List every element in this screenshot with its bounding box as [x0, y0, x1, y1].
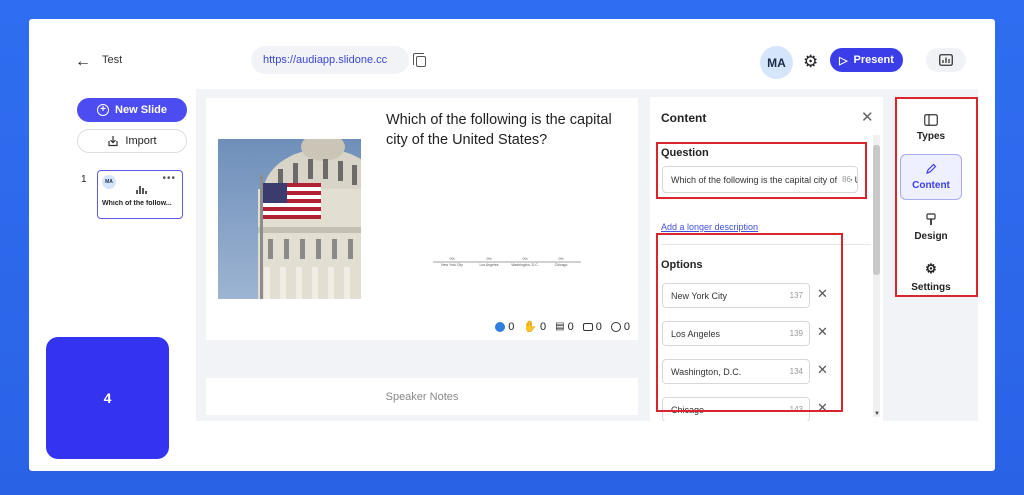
- slide-question[interactable]: Which of the following is the capital ci…: [386, 110, 631, 150]
- chart-label-1: New York City: [441, 263, 463, 267]
- close-icon[interactable]: ✕: [861, 108, 874, 126]
- share-url[interactable]: https://audiapp.slidone.cc: [251, 46, 409, 74]
- speaker-notes[interactable]: Speaker Notes: [206, 378, 638, 415]
- qa-count: 0: [567, 320, 574, 333]
- slide-thumbnail[interactable]: MA ••• Which of the follow...: [97, 170, 183, 219]
- engagement-stats: 0 ✋ 0 ▤ 0 0 0: [495, 320, 630, 333]
- stat-likes: 0: [495, 320, 514, 333]
- divider: [661, 244, 871, 245]
- plus-icon: +: [97, 104, 110, 116]
- thumbnail-avatar: MA: [102, 175, 116, 189]
- present-button[interactable]: ▷ Present: [830, 48, 903, 72]
- results-chart: 0% 0% 0% 0% New York City Los Angeles Wa…: [433, 257, 581, 267]
- scroll-down-icon[interactable]: ▼: [874, 411, 880, 417]
- question-char-count: 86: [839, 175, 851, 184]
- option-char-count: 134: [789, 367, 803, 376]
- settings-gear-icon: ⚙: [925, 261, 937, 276]
- results-button[interactable]: [926, 48, 966, 72]
- settings-label: Settings: [911, 282, 951, 293]
- stat-comments: 0: [582, 320, 602, 333]
- more-options-icon[interactable]: •••: [162, 173, 176, 184]
- slide-preview[interactable]: Which of the following is the capital ci…: [206, 98, 638, 340]
- slide-number: 1: [81, 174, 87, 185]
- content-panel: Content ✕ ▼ Question Which of the follow…: [650, 97, 883, 421]
- option-char-count: 139: [789, 329, 803, 338]
- stat-qa: ▤ 0: [555, 320, 574, 333]
- remove-option-icon[interactable]: ✕: [817, 324, 828, 340]
- option-value: Chicago: [671, 405, 705, 415]
- hand-icon: ✋: [523, 321, 538, 333]
- new-slide-label: New Slide: [115, 104, 167, 116]
- bar-chart-icon: [939, 54, 953, 66]
- like-icon: [495, 321, 506, 332]
- option-input[interactable]: Los Angeles 139: [662, 321, 810, 346]
- option-input[interactable]: Washington, D.C. 134: [662, 359, 810, 384]
- option-char-count: 137: [789, 291, 803, 300]
- stat-hands: ✋ 0: [523, 320, 547, 334]
- document-title: Test: [102, 54, 123, 66]
- tab-content[interactable]: Content: [900, 154, 962, 200]
- import-button[interactable]: Import: [77, 129, 187, 153]
- slide-image[interactable]: [218, 139, 361, 299]
- panel-scrollbar[interactable]: [873, 135, 880, 417]
- chart-label-3: Washington, D.C.: [511, 263, 538, 267]
- back-arrow-icon[interactable]: ←: [75, 53, 91, 71]
- counter-tile: 4: [46, 337, 169, 459]
- tab-design[interactable]: Design: [900, 204, 962, 250]
- option-value: Los Angeles: [671, 329, 721, 339]
- chart-percent-4: 0%: [558, 257, 563, 261]
- panel-title: Content: [661, 111, 707, 125]
- chart-label-2: Los Angeles: [479, 263, 498, 267]
- hands-count: 0: [540, 320, 547, 333]
- copy-icon[interactable]: [413, 53, 426, 67]
- remove-option-icon[interactable]: ✕: [817, 362, 828, 378]
- right-toolbar: Types Content Design ⚙ Settings: [896, 97, 978, 297]
- present-label: Present: [853, 54, 894, 66]
- question-input-value: Which of the following is the capital ci…: [671, 175, 857, 185]
- chart-percent-1: 0%: [449, 257, 454, 261]
- remove-option-icon[interactable]: ✕: [817, 286, 828, 302]
- pencil-icon: [926, 163, 937, 174]
- import-label: Import: [125, 135, 157, 147]
- option-row: New York City 137 ✕: [662, 283, 842, 308]
- remove-option-icon[interactable]: ✕: [817, 400, 828, 416]
- options-label: Options: [661, 259, 703, 271]
- qa-icon: ▤: [555, 321, 565, 332]
- stat-participants: 0: [610, 320, 630, 333]
- chart-percent-2: 0%: [486, 257, 491, 261]
- tab-types[interactable]: Types: [900, 105, 962, 151]
- option-value: New York City: [671, 291, 728, 301]
- option-input[interactable]: New York City 137: [662, 283, 810, 308]
- design-label: Design: [914, 230, 948, 242]
- brush-icon: [926, 212, 936, 225]
- comments-count: 0: [595, 320, 602, 333]
- import-icon: [108, 136, 119, 147]
- play-icon: ▷: [839, 54, 848, 67]
- option-char-count: 143: [789, 405, 803, 414]
- option-value: Washington, D.C.: [671, 367, 742, 377]
- option-input[interactable]: Chicago 143: [662, 397, 810, 421]
- tab-settings[interactable]: ⚙ Settings: [900, 254, 962, 300]
- option-row: Washington, D.C. 134 ✕: [662, 359, 842, 384]
- chart-percent-3: 0%: [522, 257, 527, 261]
- content-label: Content: [912, 180, 950, 191]
- user-icon: [610, 321, 621, 332]
- gear-icon[interactable]: ⚙: [803, 52, 818, 72]
- comment-icon: [582, 322, 593, 331]
- thumbnail-title: Which of the follow...: [102, 200, 172, 207]
- question-input[interactable]: Which of the following is the capital ci…: [662, 166, 858, 193]
- app-window: ← Test https://audiapp.slidone.cc MA ⚙ ▷…: [29, 19, 995, 471]
- likes-count: 0: [508, 320, 515, 333]
- thumbnail-chart-icon: [136, 186, 147, 194]
- question-label: Question: [661, 147, 709, 159]
- types-icon: [924, 114, 938, 126]
- option-row: Chicago 143 ✕: [662, 397, 842, 421]
- participants-count: 0: [623, 320, 630, 333]
- new-slide-button[interactable]: + New Slide: [77, 98, 187, 122]
- option-row: Los Angeles 139 ✕: [662, 321, 842, 346]
- add-description-link[interactable]: Add a longer description: [661, 222, 758, 232]
- avatar[interactable]: MA: [760, 46, 793, 79]
- types-label: Types: [916, 131, 946, 142]
- chart-label-4: Chicago: [555, 263, 568, 267]
